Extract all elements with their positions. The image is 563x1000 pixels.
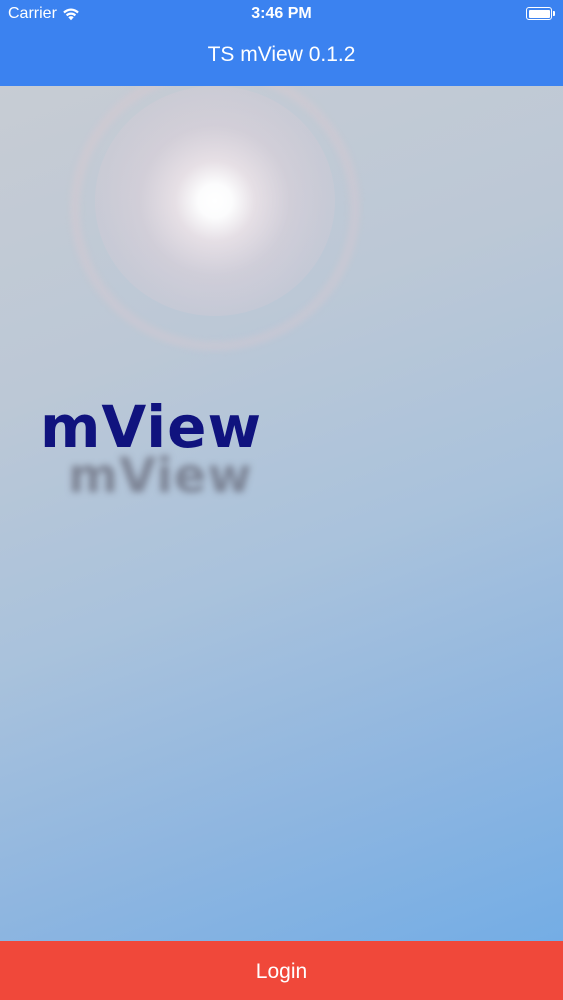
login-button[interactable]: Login [0,941,563,1000]
splash-background: mView mView [0,86,563,941]
status-bar: Carrier 3:46 PM [0,0,563,28]
top-bar: Carrier 3:46 PM TS mView 0.1.2 [0,0,563,86]
battery-icon [526,7,555,20]
page-title: TS mView 0.1.2 [207,43,356,66]
status-time: 3:46 PM [251,5,312,22]
app-screen: Carrier 3:46 PM TS mView 0.1.2 mView mVi… [0,0,563,1000]
app-logo: mView [40,393,263,461]
sun-glow [95,86,335,316]
battery-level [528,9,550,18]
